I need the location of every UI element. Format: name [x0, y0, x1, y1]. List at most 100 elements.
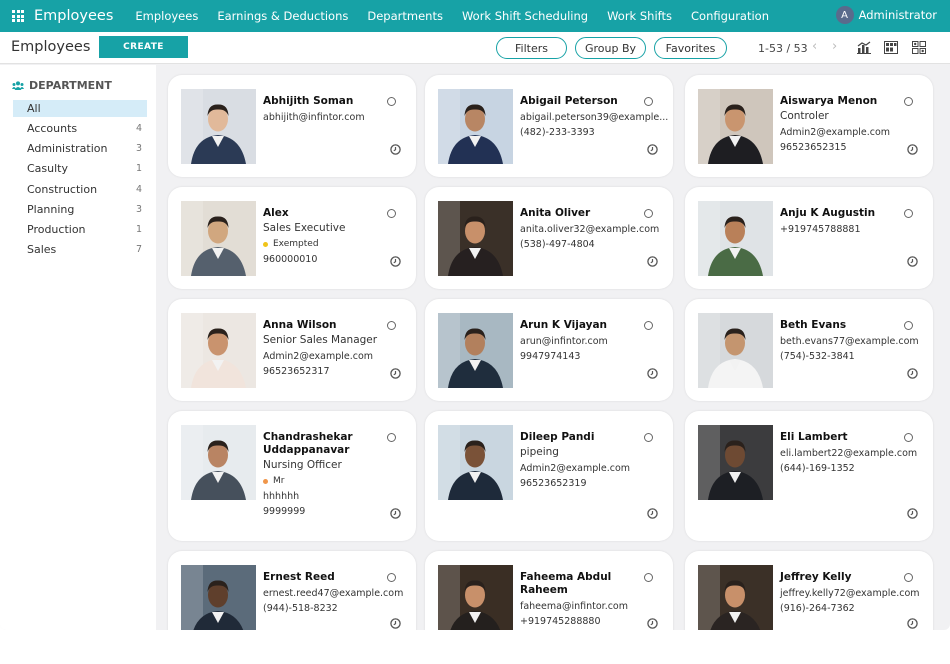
employee-name[interactable]: Eli Lambert	[780, 431, 920, 444]
graph-view-icon[interactable]	[857, 41, 871, 54]
employee-name[interactable]: Anna Wilson	[263, 319, 403, 332]
activity-clock-icon[interactable]	[390, 364, 401, 379]
user-menu[interactable]: A Administrator	[835, 6, 937, 24]
employee-photo	[438, 89, 513, 164]
presence-status-icon	[387, 573, 396, 582]
sidebar-item-casulty[interactable]: Casulty 1	[13, 160, 147, 177]
employee-card[interactable]: Ernest Reed ernest.reed47@example.com (944…	[168, 551, 416, 630]
employee-photo	[181, 201, 256, 276]
employee-card[interactable]: Dileep Pandi pipeing Admin2@example.com 965…	[425, 411, 673, 541]
employee-detail: 960000010	[263, 253, 318, 265]
employee-card[interactable]: Aiswarya Menon Controler Admin2@example.co…	[685, 75, 933, 177]
filters-button[interactable]: Filters	[496, 37, 567, 59]
sidebar-item-planning[interactable]: Planning 3	[13, 201, 147, 218]
user-name: Administrator	[858, 8, 937, 22]
presence-status-icon	[904, 321, 913, 330]
apps-grid-icon[interactable]	[12, 10, 24, 22]
chevron-left-icon[interactable]: ‹	[812, 39, 817, 54]
activity-clock-icon[interactable]	[647, 252, 658, 267]
employee-info: Eli Lambert eli.lambert22@example.com (644…	[780, 431, 920, 475]
employee-info: Faheema Abdul Raheem faheema@infintor.com…	[520, 571, 660, 628]
activity-clock-icon[interactable]	[390, 252, 401, 267]
employee-card[interactable]: Anna Wilson Senior Sales Manager Admin2@ex…	[168, 299, 416, 401]
group-by-button[interactable]: Group By	[575, 37, 646, 59]
activity-clock-icon[interactable]	[390, 140, 401, 155]
app-brand[interactable]: Employees	[34, 8, 113, 24]
nav-work-shift-scheduling[interactable]: Work Shift Scheduling	[462, 9, 588, 23]
employee-card[interactable]: Alex Sales Executive Exempted 960000010	[168, 187, 416, 289]
employee-name[interactable]: Dileep Pandi	[520, 431, 660, 444]
employee-name[interactable]: Beth Evans	[780, 319, 920, 332]
chevron-right-icon[interactable]: ›	[832, 39, 837, 54]
employee-photo	[181, 425, 256, 500]
employee-info: Alex Sales Executive Exempted 960000010	[263, 207, 403, 266]
employee-info: Ernest Reed ernest.reed47@example.com (944…	[263, 571, 403, 615]
nav-configuration[interactable]: Configuration	[691, 9, 769, 23]
employee-tag: Exempted	[263, 238, 403, 250]
sidebar-item-label: Construction	[27, 183, 98, 196]
activity-clock-icon[interactable]	[907, 364, 918, 379]
sidebar-item-sales[interactable]: Sales 7	[13, 241, 147, 258]
employee-card[interactable]: Anita Oliver anita.oliver32@example.com (5…	[425, 187, 673, 289]
sidebar-item-production[interactable]: Production 1	[13, 221, 147, 238]
employee-name[interactable]: Jeffrey Kelly	[780, 571, 920, 584]
employee-card[interactable]: Chandrashekar Uddappanavar Nursing Office…	[168, 411, 416, 541]
activity-clock-icon[interactable]	[907, 614, 918, 629]
employee-card[interactable]: Arun K Vijayan arun@infintor.com 994797414…	[425, 299, 673, 401]
activity-clock-icon[interactable]	[907, 504, 918, 519]
employee-info: Chandrashekar Uddappanavar Nursing Office…	[263, 431, 403, 518]
sidebar-item-construction[interactable]: Construction 4	[13, 181, 147, 198]
sidebar-item-label: Sales	[27, 243, 57, 256]
employee-name[interactable]: Abigail Peterson	[520, 95, 660, 108]
employee-card[interactable]: Faheema Abdul Raheem faheema@infintor.com…	[425, 551, 673, 630]
employee-name[interactable]: Anita Oliver	[520, 207, 660, 220]
employee-photo	[698, 425, 773, 500]
pager-value[interactable]: 1-53 / 53	[758, 42, 808, 55]
employee-card[interactable]: Eli Lambert eli.lambert22@example.com (644…	[685, 411, 933, 541]
activity-clock-icon[interactable]	[647, 364, 658, 379]
employee-name[interactable]: Aiswarya Menon	[780, 95, 920, 108]
activity-clock-icon[interactable]	[390, 504, 401, 519]
employee-name[interactable]: Arun K Vijayan	[520, 319, 660, 332]
activity-clock-icon[interactable]	[907, 252, 918, 267]
nav-work-shifts[interactable]: Work Shifts	[607, 9, 672, 23]
employee-photo	[698, 313, 773, 388]
employee-detail: (916)-264-7362	[780, 603, 855, 614]
activity-view-icon[interactable]	[884, 41, 898, 54]
employee-detail: ernest.reed47@example.com	[263, 587, 404, 599]
employee-name[interactable]: Chandrashekar Uddappanavar	[263, 431, 403, 457]
employee-name[interactable]: Alex	[263, 207, 403, 220]
control-panel: Employees CREATE Filters Group By Favori…	[0, 32, 950, 64]
activity-clock-icon[interactable]	[390, 614, 401, 629]
top-navbar: Employees Employees Earnings & Deduction…	[0, 0, 950, 32]
activity-clock-icon[interactable]	[647, 504, 658, 519]
tag-color-dot	[263, 478, 268, 484]
nav-earnings-deductions[interactable]: Earnings & Deductions	[217, 9, 348, 23]
employee-job-title: Senior Sales Manager	[263, 334, 378, 346]
employee-detail: 9999999	[263, 506, 306, 517]
kanban-view-icon[interactable]	[912, 41, 926, 54]
employee-card[interactable]: Abhijith Soman abhijith@infintor.com	[168, 75, 416, 177]
nav-employees[interactable]: Employees	[135, 9, 198, 23]
employee-photo	[438, 313, 513, 388]
employee-name[interactable]: Ernest Reed	[263, 571, 403, 584]
employee-name[interactable]: Anju K Augustin	[780, 207, 920, 220]
employee-card[interactable]: Beth Evans beth.evans77@example.com (754)-…	[685, 299, 933, 401]
favorites-button[interactable]: Favorites	[654, 37, 727, 59]
employee-detail: faheema@infintor.com	[520, 600, 628, 612]
employee-card[interactable]: Abigail Peterson abigail.peterson39@examp…	[425, 75, 673, 177]
employee-name[interactable]: Faheema Abdul Raheem	[520, 571, 660, 597]
nav-departments[interactable]: Departments	[367, 9, 443, 23]
sidebar-item-accounts[interactable]: Accounts 4	[13, 120, 147, 137]
activity-clock-icon[interactable]	[907, 140, 918, 155]
employee-name[interactable]: Abhijith Soman	[263, 95, 403, 108]
sidebar-item-administration[interactable]: Administration 3	[13, 140, 147, 157]
activity-clock-icon[interactable]	[647, 614, 658, 629]
create-button[interactable]: CREATE	[99, 36, 188, 58]
employee-info: Arun K Vijayan arun@infintor.com 994797414…	[520, 319, 660, 363]
sidebar-item-all[interactable]: All	[13, 100, 147, 117]
activity-clock-icon[interactable]	[647, 140, 658, 155]
employee-photo	[181, 565, 256, 630]
employee-card[interactable]: Anju K Augustin +919745788881	[685, 187, 933, 289]
employee-card[interactable]: Jeffrey Kelly jeffrey.kelly72@example.com…	[685, 551, 933, 630]
